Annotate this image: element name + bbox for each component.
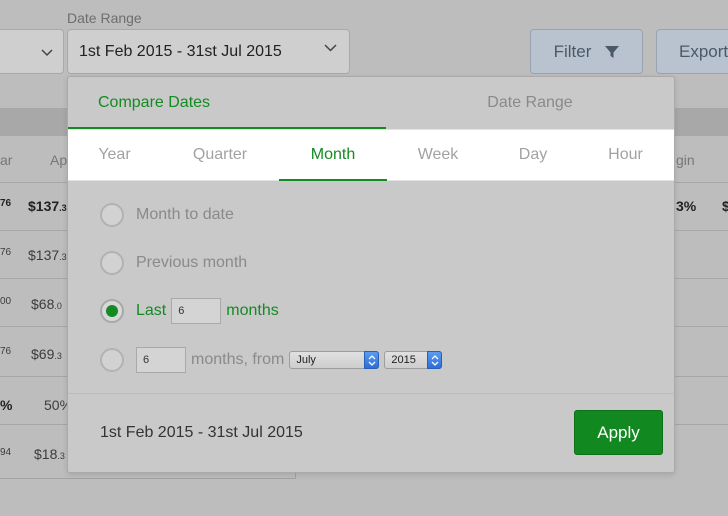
table-cell: 94 <box>0 447 12 458</box>
date-range-popup: Compare Dates Date Range Year Quarter Mo… <box>67 76 675 473</box>
table-cell: $18.3 <box>34 446 65 462</box>
updown-arrows-icon <box>364 351 380 369</box>
granularity-tabs: Year Quarter Month Week Day Hour <box>68 129 674 181</box>
updown-arrows-icon <box>427 351 443 369</box>
export-button[interactable]: Export <box>656 29 728 74</box>
table-cell: $ <box>722 198 728 214</box>
table-cell: $137.3 <box>28 247 67 263</box>
column-header: ar <box>0 152 13 168</box>
tab-hour[interactable]: Hour <box>577 130 674 180</box>
popup-tabs: Compare Dates Date Range <box>68 77 674 129</box>
chevron-down-icon <box>324 44 337 52</box>
apply-button[interactable]: Apply <box>574 410 663 455</box>
selected-range-text: 1st Feb 2015 - 31st Jul 2015 <box>100 424 303 441</box>
column-header: Ap <box>50 152 68 168</box>
tab-year[interactable]: Year <box>68 130 161 180</box>
table-cell: $69.3 <box>31 346 62 362</box>
radio-button-selected[interactable] <box>100 299 124 323</box>
option-label: months, from <box>191 351 285 368</box>
export-label: Export <box>679 41 728 61</box>
table-cell: % <box>0 397 13 413</box>
option-label: Previous month <box>136 254 248 271</box>
option-label: months <box>226 302 279 319</box>
divider <box>0 478 296 479</box>
radio-button[interactable] <box>100 203 124 227</box>
table-cell: 3% <box>676 198 697 214</box>
month-select-value: July <box>296 354 316 366</box>
tab-date-range[interactable]: Date Range <box>386 77 674 129</box>
table-cell: $137.3 <box>28 198 67 214</box>
radio-button[interactable] <box>100 348 124 372</box>
year-select[interactable]: 2015 <box>384 351 443 369</box>
option-label: Last <box>136 302 167 319</box>
date-range-select[interactable]: 1st Feb 2015 - 31st Jul 2015 <box>67 29 350 74</box>
from-months-input[interactable] <box>136 347 186 373</box>
year-select-value: 2015 <box>391 354 416 366</box>
tab-month[interactable]: Month <box>279 130 387 181</box>
option-last-n-months[interactable]: Last months <box>100 298 279 324</box>
table-cell: 76 <box>0 198 12 209</box>
tab-compare-dates[interactable]: Compare Dates <box>68 77 386 129</box>
date-range-label: Date Range <box>67 10 142 26</box>
popup-footer: 1st Feb 2015 - 31st Jul 2015 Apply <box>68 393 674 472</box>
column-header: gin <box>676 152 695 168</box>
date-range-value: 1st Feb 2015 - 31st Jul 2015 <box>79 42 282 60</box>
table-cell: 00 <box>0 296 12 307</box>
table-cell: $68.0 <box>31 296 62 312</box>
chevron-down-icon <box>41 48 53 56</box>
tab-week[interactable]: Week <box>387 130 489 180</box>
last-months-input[interactable] <box>171 298 222 324</box>
month-select[interactable]: July <box>289 351 380 369</box>
option-previous-month[interactable]: Previous month <box>100 250 247 276</box>
table-cell: 76 <box>0 346 12 357</box>
filter-button[interactable]: Filter <box>530 29 643 74</box>
period-select[interactable] <box>0 29 64 74</box>
tab-quarter[interactable]: Quarter <box>161 130 279 180</box>
option-month-to-date[interactable]: Month to date <box>100 202 234 228</box>
option-months-from[interactable]: months, from July 2015 <box>100 347 443 373</box>
funnel-icon <box>605 45 620 58</box>
tab-day[interactable]: Day <box>489 130 577 180</box>
radio-button[interactable] <box>100 251 124 275</box>
filter-label: Filter <box>553 41 592 61</box>
table-cell: 76 <box>0 247 12 258</box>
option-label: Month to date <box>136 206 234 223</box>
